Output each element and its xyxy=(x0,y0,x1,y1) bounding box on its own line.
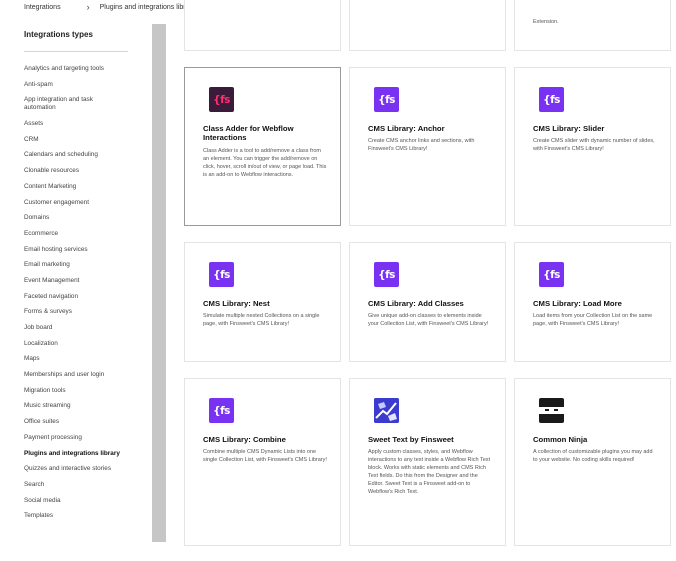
sidebar-item-domains[interactable]: Domains xyxy=(24,214,150,222)
integration-card-sweet-text[interactable]: Sweet Text by Finsweet Apply custom clas… xyxy=(349,378,506,546)
integration-card-cms-add-classes[interactable]: {fs CMS Library: Add Classes Give unique… xyxy=(349,242,506,362)
card-description: Extension. xyxy=(533,19,559,25)
sidebar-item-migration-tools[interactable]: Migration tools xyxy=(24,387,150,395)
sidebar-item-email-marketing[interactable]: Email marketing xyxy=(24,261,150,269)
breadcrumb-integrations-link[interactable]: Integrations xyxy=(24,4,61,11)
sidebar-item-assets[interactable]: Assets xyxy=(24,120,150,128)
class-adder-logo-icon: {fs xyxy=(209,87,234,112)
sidebar-item-plugins-library[interactable]: Plugins and integrations library xyxy=(24,450,150,458)
finsweet-logo-icon: {fs xyxy=(374,262,399,287)
common-ninja-logo-icon xyxy=(539,398,564,423)
card-description: Combine multiple CMS Dynamic Lists into … xyxy=(203,449,327,463)
sidebar-item-quizzes[interactable]: Quizzes and interactive stories xyxy=(24,465,150,473)
sidebar-item-ecommerce[interactable]: Ecommerce xyxy=(24,230,150,238)
finsweet-logo-icon: {fs xyxy=(209,398,234,423)
sidebar-item-payment-processing[interactable]: Payment processing xyxy=(24,434,150,442)
sidebar-item-content-marketing[interactable]: Content Marketing xyxy=(24,183,150,191)
sidebar-item-job-board[interactable]: Job board xyxy=(24,324,150,332)
integration-card-cms-combine[interactable]: {fs CMS Library: Combine Combine multipl… xyxy=(184,378,341,546)
sidebar-item-app-integration[interactable]: App integration and task automation xyxy=(24,96,118,112)
sidebar: Integrations types Analytics and targeti… xyxy=(0,16,152,561)
sidebar-item-music-streaming[interactable]: Music streaming xyxy=(24,402,150,410)
integration-card-cms-slider[interactable]: {fs CMS Library: Slider Create CMS slide… xyxy=(514,67,671,226)
card-description: Apply custom classes, styles, and Webflo… xyxy=(368,449,491,495)
integration-card-partial[interactable]: Extension. xyxy=(514,0,671,51)
sidebar-item-office-suites[interactable]: Office suites xyxy=(24,418,150,426)
integration-card-common-ninja[interactable]: Common Ninja A collection of customizabl… xyxy=(514,378,671,546)
sidebar-item-calendars[interactable]: Calendars and scheduling xyxy=(24,151,150,159)
sidebar-item-customer-engagement[interactable]: Customer engagement xyxy=(24,199,150,207)
sidebar-item-forms-surveys[interactable]: Forms & surveys xyxy=(24,308,150,316)
integrations-grid: Extension. {fs Class Adder for Webflow I… xyxy=(184,0,676,561)
card-description: A collection of customizable plugins you… xyxy=(533,449,653,463)
sidebar-item-search[interactable]: Search xyxy=(24,481,150,489)
sidebar-item-maps[interactable]: Maps xyxy=(24,355,150,363)
breadcrumb: Integrations › Plugins and integrations … xyxy=(24,2,195,12)
card-title: CMS Library: Add Classes xyxy=(368,299,464,308)
card-title: CMS Library: Slider xyxy=(533,124,605,133)
integration-card-class-adder[interactable]: {fs Class Adder for Webflow Interactions… xyxy=(184,67,341,226)
sidebar-item-localization[interactable]: Localization xyxy=(24,340,150,348)
card-description: Create CMS anchor links and sections, wi… xyxy=(368,138,475,152)
sidebar-item-templates[interactable]: Templates xyxy=(24,512,150,520)
sidebar-item-clonable-resources[interactable]: Clonable resources xyxy=(24,167,150,175)
sweet-text-logo-icon xyxy=(374,398,399,423)
card-description: Simulate multiple nested Collections on … xyxy=(203,313,320,327)
card-description: Create CMS slider with dynamic number of… xyxy=(533,138,655,152)
integration-card-partial[interactable] xyxy=(184,0,341,51)
card-title: Class Adder for Webflow Interactions xyxy=(203,124,294,142)
integration-card-cms-nest[interactable]: {fs CMS Library: Nest Simulate multiple … xyxy=(184,242,341,362)
finsweet-logo-icon: {fs xyxy=(209,262,234,287)
card-description: Class Adder is a tool to add/remove a cl… xyxy=(203,148,327,178)
sidebar-item-social-media[interactable]: Social media xyxy=(24,497,150,505)
sidebar-item-faceted-navigation[interactable]: Faceted navigation xyxy=(24,293,150,301)
card-description: Load items from your Collection List on … xyxy=(533,313,653,327)
card-title: CMS Library: Anchor xyxy=(368,124,445,133)
sidebar-item-memberships[interactable]: Memberships and user login xyxy=(24,371,150,379)
finsweet-logo-icon: {fs xyxy=(374,87,399,112)
breadcrumb-current: Plugins and integrations library xyxy=(99,3,196,11)
sidebar-item-anti-spam[interactable]: Anti-spam xyxy=(24,81,150,89)
sidebar-item-analytics[interactable]: Analytics and targeting tools xyxy=(24,65,150,73)
card-description: Give unique add-on classes to elements i… xyxy=(368,313,489,327)
card-title: CMS Library: Nest xyxy=(203,299,270,308)
chevron-right-icon: › xyxy=(86,2,90,12)
sidebar-item-event-management[interactable]: Event Management xyxy=(24,277,150,285)
integration-card-partial[interactable] xyxy=(349,0,506,51)
card-title: Sweet Text by Finsweet xyxy=(368,435,454,444)
card-title: CMS Library: Combine xyxy=(203,435,286,444)
sidebar-divider xyxy=(24,51,128,52)
sidebar-item-crm[interactable]: CRM xyxy=(24,136,150,144)
finsweet-logo-icon: {fs xyxy=(539,262,564,287)
card-title: Common Ninja xyxy=(533,435,588,444)
sidebar-item-email-hosting[interactable]: Email hosting services xyxy=(24,246,150,254)
sidebar-category-list: Analytics and targeting tools Anti-spam … xyxy=(24,65,150,528)
sidebar-scrollbar[interactable] xyxy=(152,24,166,542)
scrollbar-thumb[interactable] xyxy=(152,24,166,542)
sidebar-heading: Integrations types xyxy=(24,30,93,39)
integration-card-cms-anchor[interactable]: {fs CMS Library: Anchor Create CMS ancho… xyxy=(349,67,506,226)
card-title: CMS Library: Load More xyxy=(533,299,622,308)
finsweet-logo-icon: {fs xyxy=(539,87,564,112)
integration-card-cms-load-more[interactable]: {fs CMS Library: Load More Load items fr… xyxy=(514,242,671,362)
